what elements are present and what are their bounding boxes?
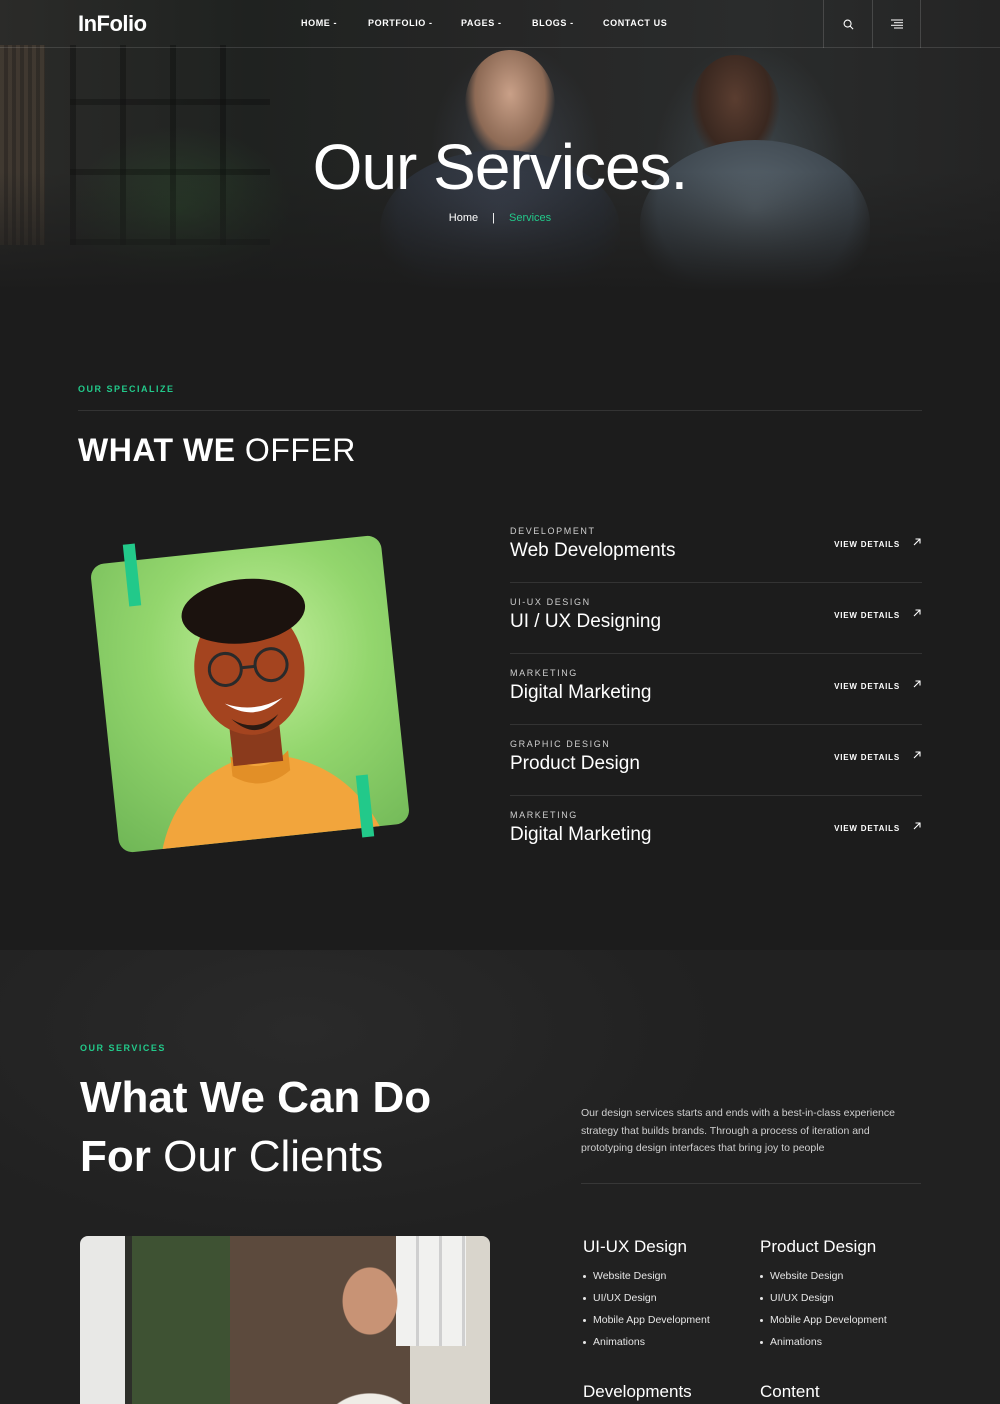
service-category: UI-UX DESIGN: [510, 597, 591, 607]
search-button[interactable]: [823, 0, 872, 48]
service-column-item: Animations: [583, 1331, 743, 1353]
cando-heading-bold: For: [80, 1132, 151, 1181]
service-column-heading: Developments: [583, 1382, 692, 1401]
cando-heading: What We Can Do For Our Clients: [80, 1068, 431, 1186]
service-column-heading: Product Design: [760, 1237, 877, 1256]
offer-heading-light: OFFER: [244, 432, 356, 468]
divider: [78, 410, 922, 411]
service-column-item: UI/UX Design: [760, 1287, 920, 1309]
nav-home[interactable]: HOME -: [301, 18, 337, 28]
breadcrumb-separator: |: [492, 212, 495, 224]
page-title: Our Services.: [312, 131, 689, 203]
service-column-item: UI/UX Design: [583, 1287, 743, 1309]
service-name: Digital Marketing: [510, 682, 652, 703]
team-photo: [80, 1236, 490, 1404]
cando-description: Our design services starts and ends with…: [581, 1107, 895, 1154]
service-column-heading: Content: [760, 1382, 820, 1401]
service-item[interactable]: MARKETING Digital Marketing VIEW DETAILS: [510, 796, 922, 867]
service-column-item: Website Design: [583, 1265, 743, 1287]
service-category: MARKETING: [510, 668, 578, 678]
nav-portfolio[interactable]: PORTFOLIO -: [368, 18, 433, 28]
breadcrumb-home[interactable]: Home: [449, 212, 478, 224]
service-column-item: Mobile App Development: [583, 1309, 743, 1331]
service-name: Digital Marketing: [510, 824, 652, 845]
service-column-item: Animations: [760, 1331, 920, 1353]
service-column-heading: UI-UX Design: [583, 1237, 687, 1256]
arrow-up-right-icon[interactable]: [912, 536, 922, 548]
photo-person: [310, 1246, 430, 1404]
nav-pages[interactable]: PAGES -: [461, 18, 502, 28]
arrow-up-right-icon[interactable]: [912, 749, 922, 761]
service-category: MARKETING: [510, 810, 578, 820]
service-item[interactable]: UI-UX DESIGN UI / UX Designing VIEW DETA…: [510, 583, 922, 654]
logo[interactable]: InFolio: [78, 11, 147, 37]
service-column: Developments: [583, 1382, 743, 1402]
menu-lines-icon: [890, 19, 903, 29]
offer-heading-bold: WHAT WE: [78, 432, 236, 468]
service-column: Content: [760, 1382, 920, 1402]
service-name: Web Developments: [510, 540, 676, 561]
nav-contact-us[interactable]: CONTACT US: [603, 18, 667, 28]
service-column: UI-UX Design Website Design UI/UX Design…: [583, 1237, 743, 1353]
service-column: Product Design Website Design UI/UX Desi…: [760, 1237, 920, 1353]
search-icon: [843, 19, 853, 29]
service-column-item: Mobile App Development: [760, 1309, 920, 1331]
arrow-up-right-icon[interactable]: [912, 678, 922, 690]
service-name: UI / UX Designing: [510, 611, 662, 632]
service-category: GRAPHIC DESIGN: [510, 739, 611, 749]
cando-heading-line1: What We Can Do: [80, 1073, 432, 1122]
top-navbar: InFolio HOME - PORTFOLIO - PAGES - BLOGS…: [0, 0, 1000, 48]
service-name: Product Design: [510, 753, 640, 774]
view-details-link[interactable]: VIEW DETAILS: [834, 753, 900, 762]
service-category: DEVELOPMENT: [510, 526, 596, 536]
service-item[interactable]: DEVELOPMENT Web Developments VIEW DETAIL…: [510, 512, 922, 583]
view-details-link[interactable]: VIEW DETAILS: [834, 540, 900, 549]
view-details-link[interactable]: VIEW DETAILS: [834, 611, 900, 620]
nav-blogs[interactable]: BLOGS -: [532, 18, 574, 28]
service-item[interactable]: MARKETING Digital Marketing VIEW DETAILS: [510, 654, 922, 725]
service-item[interactable]: GRAPHIC DESIGN Product Design VIEW DETAI…: [510, 725, 922, 796]
view-details-link[interactable]: VIEW DETAILS: [834, 682, 900, 691]
arrow-up-right-icon[interactable]: [912, 820, 922, 832]
view-details-link[interactable]: VIEW DETAILS: [834, 824, 900, 833]
services-list: DEVELOPMENT Web Developments VIEW DETAIL…: [510, 512, 922, 867]
breadcrumb-current: Services: [509, 212, 552, 224]
offer-eyebrow: OUR SPECIALIZE: [78, 384, 175, 394]
offer-heading: WHAT WE OFFER: [78, 432, 356, 469]
service-column-item: Website Design: [760, 1265, 920, 1287]
cando-heading-light: Our Clients: [163, 1132, 384, 1181]
menu-button[interactable]: [872, 0, 921, 48]
cando-eyebrow: OUR SERVICES: [80, 1043, 166, 1053]
divider: [581, 1183, 921, 1184]
breadcrumb: Home | Services: [0, 212, 1000, 224]
arrow-up-right-icon[interactable]: [912, 607, 922, 619]
